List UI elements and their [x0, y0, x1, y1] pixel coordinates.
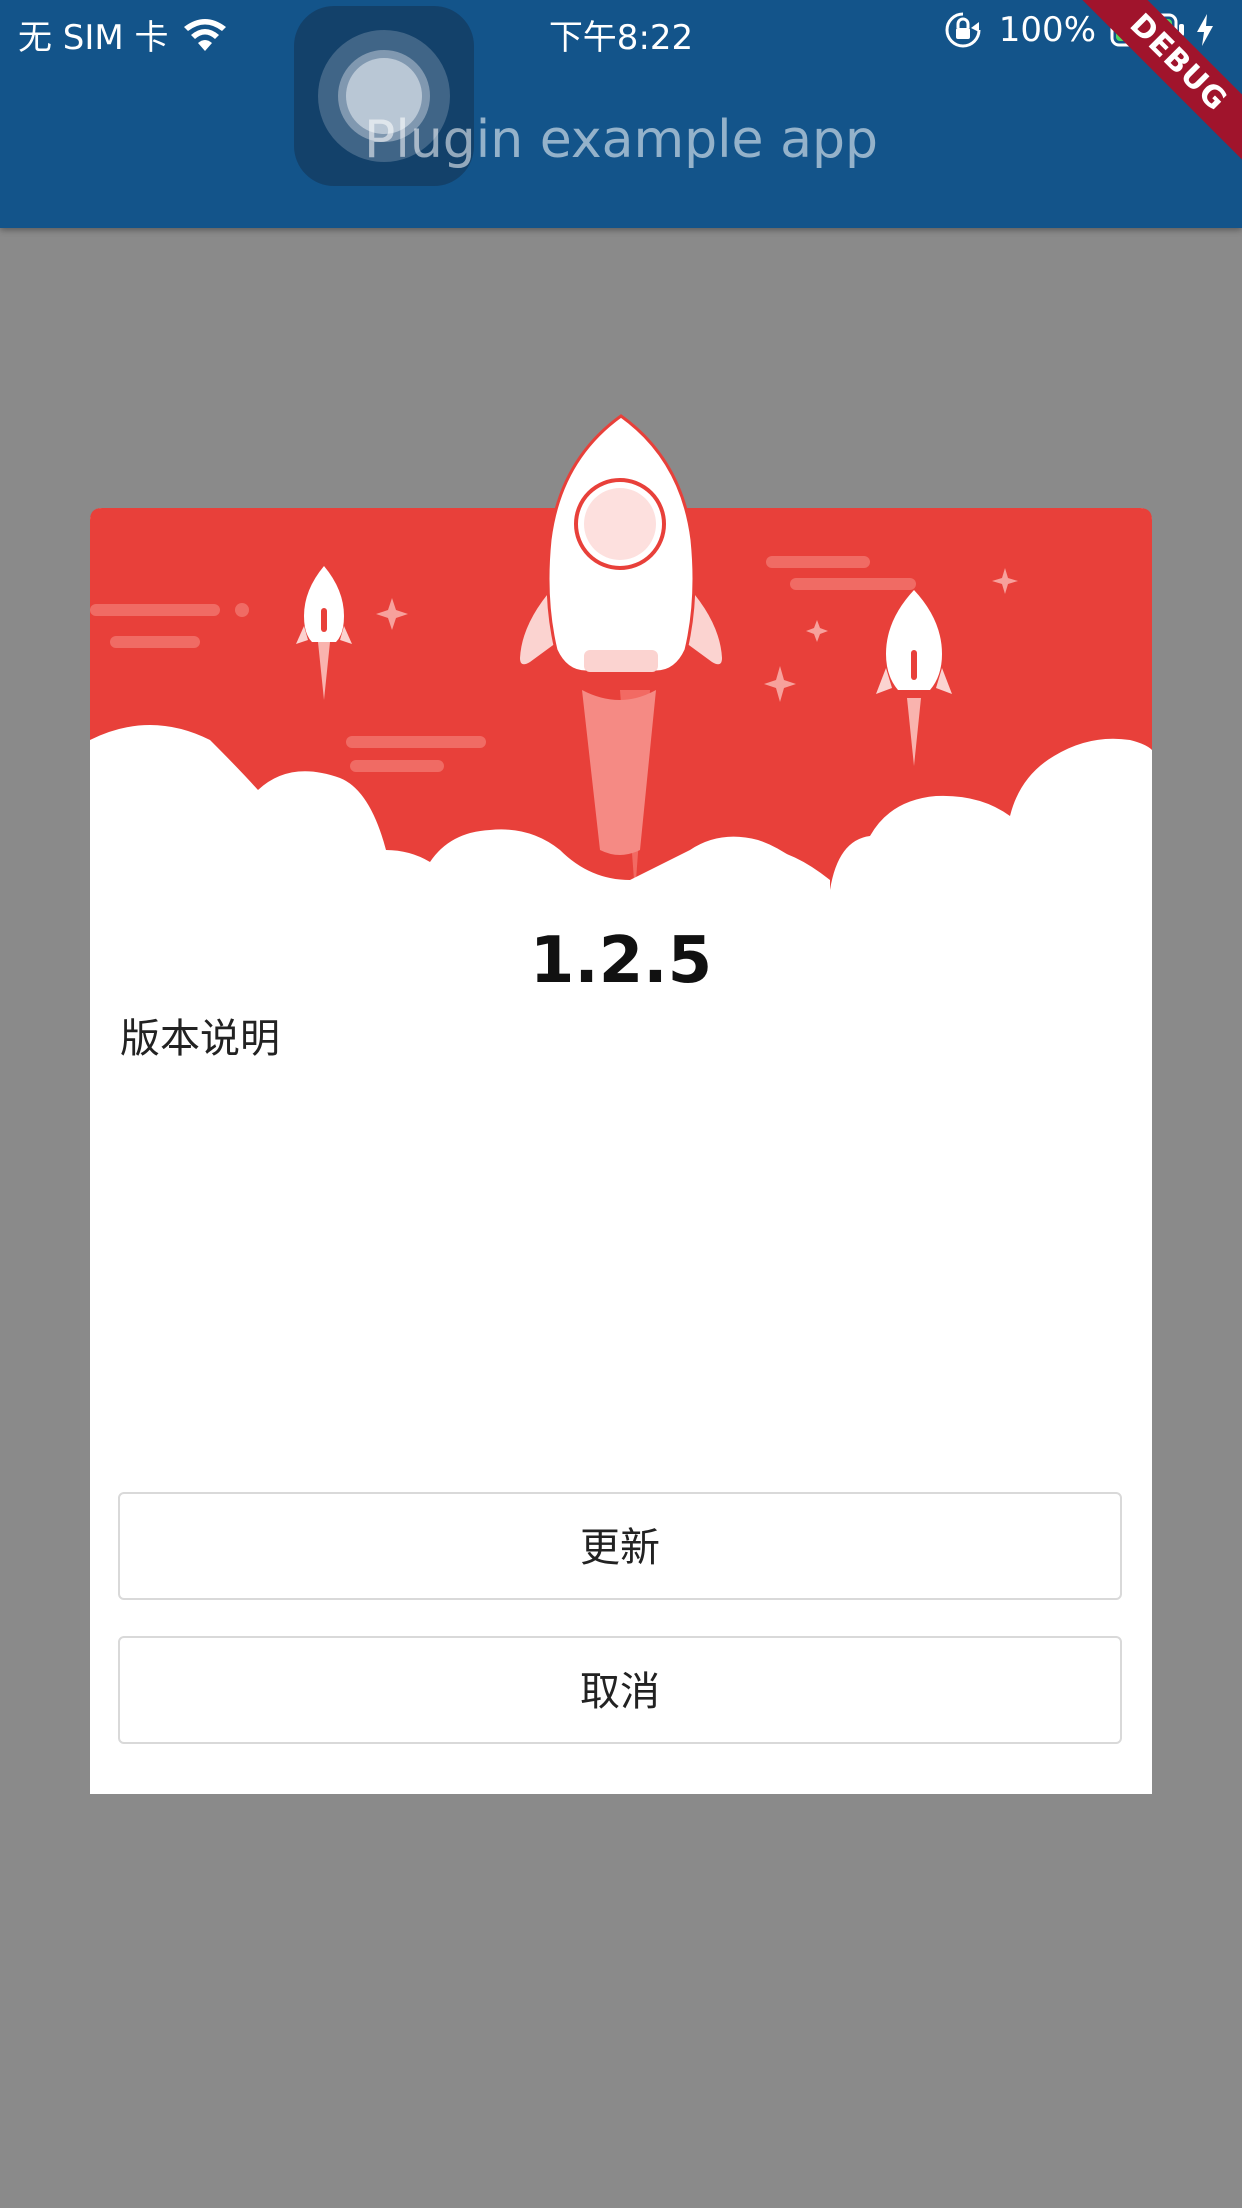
- release-notes-label: 版本说明: [120, 1016, 280, 1062]
- version-number: 1.2.5: [529, 924, 713, 998]
- status-bar: 无 SIM 卡 下午8:22 100%: [0, 0, 1242, 60]
- rotation-lock-icon: [945, 12, 981, 48]
- battery-percent: 100%: [998, 10, 1096, 50]
- app-bar: 无 SIM 卡 下午8:22 100% Plugin example app D…: [0, 0, 1242, 228]
- rocket-illustration: [90, 414, 1152, 890]
- cancel-button[interactable]: 取消: [118, 1636, 1122, 1744]
- app-title: Plugin example app: [364, 110, 878, 170]
- update-button[interactable]: 更新: [118, 1492, 1122, 1600]
- charging-bolt-icon: [1197, 14, 1213, 46]
